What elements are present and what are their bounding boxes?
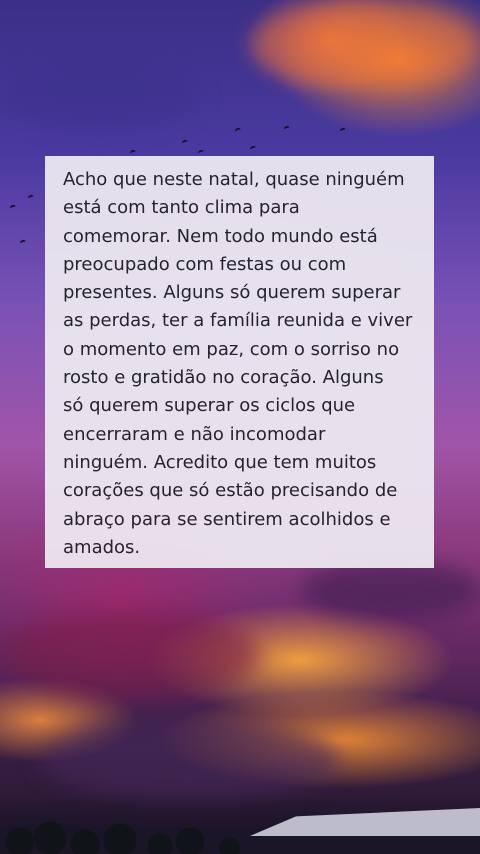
cloud bbox=[300, 560, 480, 620]
bird bbox=[339, 127, 347, 134]
bird bbox=[249, 145, 257, 152]
bird bbox=[181, 139, 189, 146]
bird bbox=[129, 149, 137, 156]
cloud bbox=[0, 610, 260, 700]
quote-text: Acho que neste natal, quase ninguém está… bbox=[63, 169, 413, 558]
bird bbox=[283, 125, 291, 132]
bird bbox=[9, 204, 17, 211]
bird bbox=[19, 239, 27, 246]
cloud bbox=[0, 60, 200, 130]
tree-silhouettes bbox=[0, 820, 480, 854]
quote-card: Acho que neste natal, quase ninguém está… bbox=[45, 156, 434, 568]
cloud bbox=[250, 0, 480, 90]
bird bbox=[197, 149, 205, 156]
cloud bbox=[40, 720, 340, 800]
bird bbox=[27, 194, 35, 201]
bird bbox=[234, 127, 242, 134]
